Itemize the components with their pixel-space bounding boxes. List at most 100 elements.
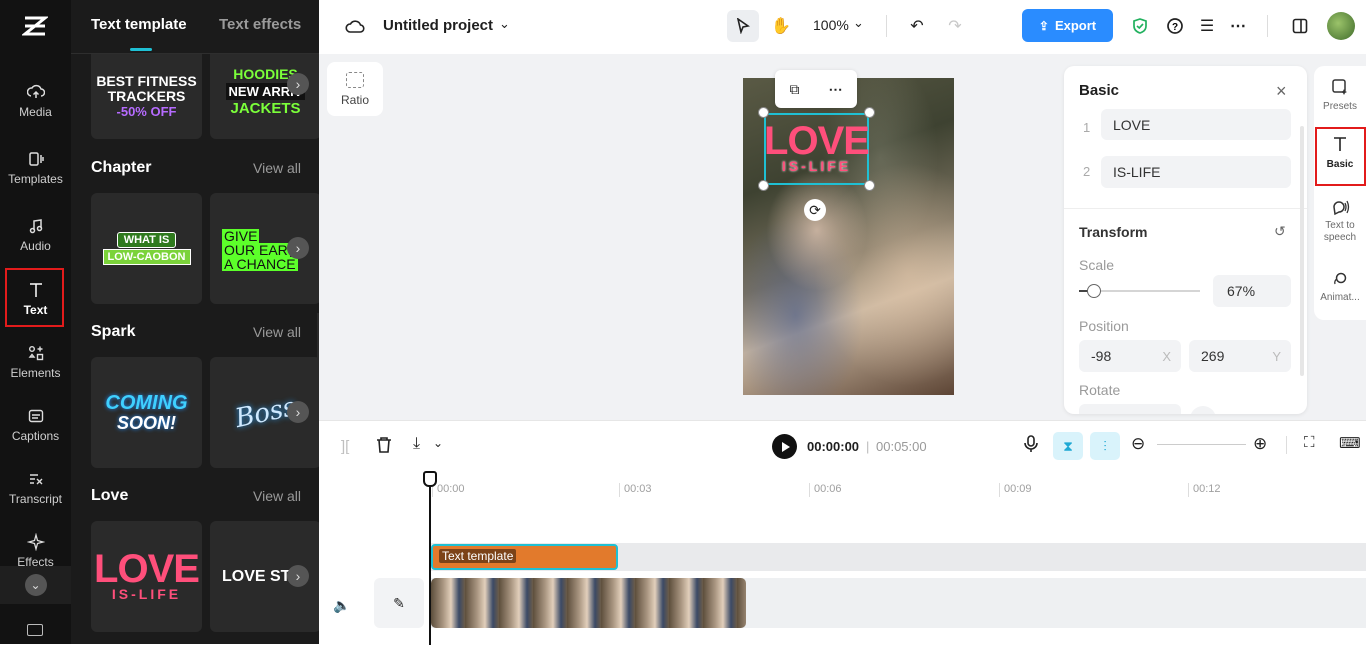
ratio-button[interactable]: Ratio [327,62,383,116]
position-label: Position [1079,318,1129,334]
rail-label-media: Media [19,105,52,119]
template-tile-fitness[interactable]: BEST FITNESS TRACKERS -50% OFF [91,54,202,139]
download-icon[interactable]: ⤓ [413,435,420,453]
tile-text: WHAT IS [116,232,177,248]
layers-stack-icon[interactable]: ☰ [1195,14,1219,38]
svg-text:?: ? [1172,22,1178,33]
rail-item-audio[interactable]: Audio [0,204,71,266]
select-tool-button[interactable] [727,10,759,42]
ruler-tick-label: 00:03 [619,483,652,497]
scale-slider-knob[interactable] [1086,284,1101,298]
text-library-panel: Text template Text effects BEST FITNESS … [71,0,319,644]
transform-label: Transform [1079,224,1148,240]
more-options-icon[interactable]: ⋯ [829,81,843,98]
resize-handle[interactable] [758,180,769,191]
play-button[interactable] [772,434,797,459]
view-all-spark[interactable]: View all [253,324,301,340]
rotate-input[interactable] [1079,404,1181,414]
resize-handle[interactable] [758,107,769,118]
zoom-level[interactable]: 100% [813,17,849,33]
resize-handle[interactable] [864,107,875,118]
panel-scrollbar[interactable] [1300,126,1304,376]
zoom-in-icon[interactable]: ⊕ [1253,434,1267,454]
split-layout-icon[interactable] [1288,14,1312,38]
rail-item-captions[interactable]: Captions [0,394,71,456]
expand-more-button[interactable]: ⌄ [0,566,71,604]
template-tile-spark-1[interactable]: COMING SOON! [91,357,202,468]
scroll-right-icon[interactable]: › [287,565,309,587]
view-all-chapter[interactable]: View all [253,160,301,176]
resize-handle[interactable] [864,180,875,191]
redo-icon[interactable]: ↷ [943,14,967,38]
presets-icon [1332,79,1347,95]
text-row-1-input[interactable]: LOVE [1101,109,1291,140]
rail-label-elements: Elements [10,366,61,380]
position-y-input[interactable]: 269 Y [1189,340,1291,372]
rail-item-templates[interactable]: Templates [0,137,71,199]
shield-check-icon[interactable] [1128,14,1152,38]
rail-item-media[interactable]: Media [0,70,71,132]
mute-speaker-icon[interactable]: 🔈 [333,597,350,614]
undo-icon[interactable]: ↶ [905,14,929,38]
scroll-right-icon[interactable]: › [287,237,309,259]
comment-icon[interactable]: ⌨ [1339,434,1361,452]
rail-label-captions: Captions [11,429,60,443]
view-all-love[interactable]: View all [253,488,301,504]
tab-presets[interactable]: Presets [1314,78,1366,113]
tab-animation[interactable]: Animat... [1314,270,1366,304]
template-tile-chapter-1[interactable]: WHAT IS LOW-CAOBON [91,193,202,304]
duplicate-icon[interactable]: ⧉ [790,81,800,98]
cloud-sync-icon[interactable] [343,15,367,39]
time-separator: | [866,439,870,454]
rotate-label: Rotate [1079,382,1121,398]
speech-icon [1333,200,1350,216]
text-overlay-selection[interactable]: LOVE IS-LIFE [764,113,870,185]
magnet-snap-icon[interactable]: ⧗ [1053,432,1083,460]
section-title-chapter: Chapter [91,159,152,176]
template-tile-love-1[interactable]: LOVE IS-LIFE [91,521,202,632]
scroll-right-icon[interactable]: › [287,73,309,95]
export-button[interactable]: ⇪ Export [1022,9,1113,42]
chevron-down-icon[interactable]: ⌄ [433,436,443,450]
tab-text-template[interactable]: Text template [91,16,187,33]
tile-text: JACKETS [230,100,301,117]
avatar[interactable] [1327,12,1355,40]
position-x-input[interactable]: -98 X [1079,340,1181,372]
fullscreen-icon[interactable]: ⛶ [1304,434,1315,451]
tab-text-to-speech[interactable]: Text to speech [1314,198,1366,244]
link-align-icon[interactable]: ⫶ [1090,432,1120,460]
rotate-handle-icon[interactable]: ⟳ [804,199,826,221]
scale-label: Scale [1079,257,1115,273]
text-template-clip[interactable]: Text template [431,544,618,570]
project-title[interactable]: Untitled project [383,17,493,34]
text-row-2-input[interactable]: IS-LIFE [1101,156,1291,188]
timeline-zoom-slider[interactable] [1157,444,1246,445]
delete-trash-icon[interactable] [376,436,392,459]
scale-input[interactable]: 67% [1213,275,1291,307]
tile-text: -50% OFF [116,104,177,119]
playhead-handle[interactable] [423,471,437,487]
chevron-down-icon[interactable]: ⌄ [499,16,510,32]
rail-item-elements[interactable]: Elements [0,331,71,393]
hand-tool-icon[interactable]: ✋ [769,14,793,38]
zoom-out-icon[interactable]: ⊖ [1131,434,1145,454]
app-logo[interactable] [20,14,50,38]
edit-cover-pencil-icon[interactable]: ✎ [374,578,424,628]
section-divider [1064,208,1307,209]
reset-icon[interactable]: ↺ [1274,223,1286,240]
scroll-right-icon[interactable]: › [287,401,309,423]
keyboard-icon[interactable] [27,624,43,636]
more-options-icon[interactable]: ⋯ [1226,14,1250,38]
microphone-icon[interactable] [1024,435,1038,458]
video-clip[interactable] [431,578,746,628]
rail-item-transcript[interactable]: Transcript [0,457,71,519]
help-icon[interactable]: ? [1163,14,1187,38]
rotate-dial[interactable] [1190,406,1216,414]
scale-slider-track[interactable] [1079,284,1200,298]
chevron-down-icon[interactable]: ⌄ [853,15,864,31]
close-icon[interactable]: × [1276,81,1287,102]
playhead[interactable] [429,473,431,645]
tab-text-effects[interactable]: Text effects [219,16,301,33]
template-tile-hoodies[interactable]: HOODIES NEW ARRIV JACKETS [210,54,319,139]
split-icon[interactable]: ][ [341,438,349,455]
